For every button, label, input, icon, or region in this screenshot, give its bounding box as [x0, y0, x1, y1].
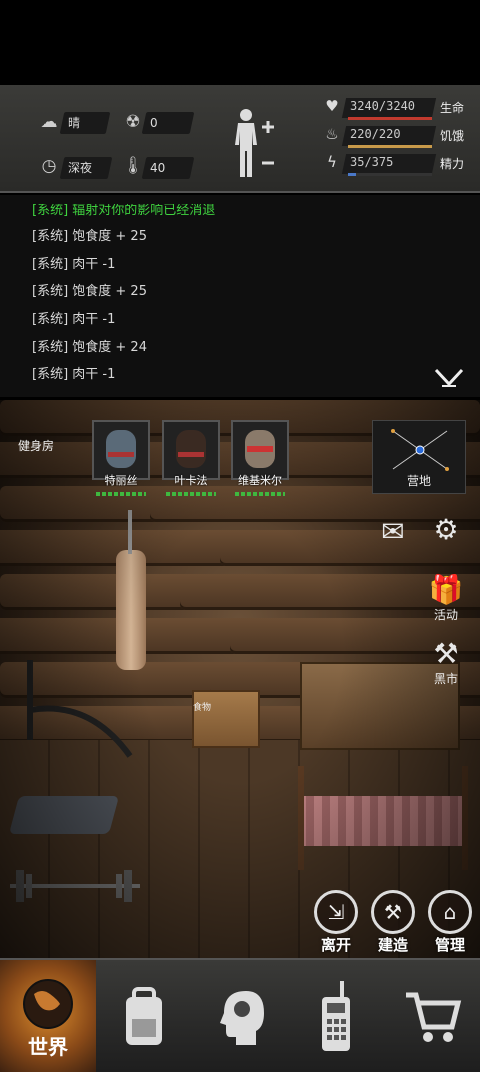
message-log[interactable]: [系统] 辐射对你的影响已经消退 [系统] 饱食度 + 25 [系统] 肉干 -…: [0, 195, 480, 397]
energy-bar: ϟ 35/375 精力: [322, 151, 472, 177]
health-fill: [348, 117, 432, 120]
camp-map-button[interactable]: 营地: [372, 420, 466, 494]
companion-health: [166, 492, 216, 496]
cloud-sun-icon: ☁: [40, 112, 58, 132]
companion-name: 叶卡法: [174, 474, 208, 487]
hunger-label: 饥饿: [440, 129, 465, 143]
gear-icon: ⚙: [433, 513, 459, 546]
hunger-value: 220/220: [350, 127, 401, 141]
camp-label: 营地: [406, 474, 431, 488]
manage-label: 管理: [434, 936, 465, 954]
log-line: [系统] 肉干 -1: [32, 312, 116, 327]
hunger-fill: [348, 145, 432, 148]
house-gear-icon: ⌂: [428, 890, 472, 934]
log-line: [系统] 肉干 -1: [32, 257, 116, 272]
energy-fill: [348, 173, 356, 176]
activity-label: 活动: [433, 608, 458, 622]
head-gear-icon: [220, 991, 264, 1045]
heart-icon: ♥: [325, 97, 339, 115]
companion-health: [235, 492, 285, 496]
energy-label: 精力: [440, 157, 465, 171]
time-value: 深夜: [68, 161, 93, 175]
leave-button[interactable]: ⇲ 离开: [313, 890, 359, 954]
time-field: 深夜: [59, 157, 113, 179]
companion-name: 特丽丝: [104, 474, 138, 487]
weather-value: 晴: [68, 116, 81, 130]
backpack-icon: [126, 987, 162, 1045]
shopping-cart-icon: [406, 992, 462, 1042]
walkie-talkie-icon: [322, 981, 350, 1051]
energy-value: 35/375: [350, 155, 394, 169]
mail-button[interactable]: ✉: [373, 516, 413, 548]
hunger-bar: ♨ 220/220 饥饿: [322, 123, 472, 149]
companion-portrait[interactable]: 维基米尔: [231, 420, 289, 500]
temperature-field: 40: [141, 157, 195, 179]
black-market-button[interactable]: ⚒ 黑市: [426, 638, 466, 687]
gift-icon: 🎁: [428, 573, 464, 606]
top-margin: [0, 0, 480, 85]
radiation-field: 0: [141, 112, 195, 134]
nav-shop[interactable]: [384, 960, 480, 1072]
status-panel: ☁ 晴 ☢ 0 ◷ 深夜 🌡 40 ♥ 3240/3240 生命 ♨ 220/2…: [0, 85, 480, 193]
temperature-value: 40: [150, 161, 166, 175]
log-line: [系统] 饱食度 + 24: [32, 340, 147, 355]
globe-icon: [23, 979, 73, 1029]
leave-label: 离开: [320, 936, 351, 954]
room-name: 健身房: [18, 439, 55, 453]
manage-button[interactable]: ⌂ 管理: [427, 890, 473, 954]
build-button[interactable]: ⚒ 建造: [370, 890, 416, 954]
build-label: 建造: [377, 936, 408, 954]
hammer-icon: ⚒: [371, 890, 415, 934]
health-label: 生命: [440, 101, 465, 115]
companion-health: [96, 492, 146, 496]
log-line: [系统] 辐射对你的影响已经消退: [32, 203, 216, 218]
nav-world-label: 世界: [28, 1035, 68, 1059]
collapse-log-chevron-icon[interactable]: [434, 366, 464, 390]
nav-world[interactable]: 世界: [0, 960, 96, 1072]
energy-icon: ϟ: [327, 153, 337, 171]
body-status-icon[interactable]: [232, 107, 282, 181]
log-line: [系统] 饱食度 + 25: [32, 284, 147, 299]
stomach-icon: ♨: [325, 125, 339, 143]
activity-button[interactable]: 🎁 活动: [426, 574, 466, 623]
radiation-value: 0: [150, 116, 158, 130]
map-network-icon: [391, 429, 449, 471]
bottom-nav: 世界: [0, 958, 480, 1072]
nav-radio[interactable]: [288, 960, 384, 1072]
clock-icon: ◷: [41, 156, 57, 176]
black-market-label: 黑市: [433, 672, 458, 686]
nav-inventory[interactable]: [96, 960, 192, 1072]
settings-button[interactable]: ⚙: [426, 514, 466, 546]
envelope-icon: ✉: [381, 515, 405, 548]
gavel-icon: ⚒: [433, 637, 459, 670]
log-line: [系统] 肉干 -1: [32, 367, 116, 382]
food-box-label: 食物: [193, 703, 212, 713]
exit-person-icon: ⇲: [314, 890, 358, 934]
nav-skills[interactable]: [192, 960, 288, 1072]
companion-name: 维基米尔: [238, 474, 282, 487]
health-bar: ♥ 3240/3240 生命: [322, 95, 472, 121]
weather-field: 晴: [59, 112, 111, 134]
companion-portrait[interactable]: 叶卡法: [162, 420, 220, 500]
companion-portrait[interactable]: 特丽丝: [92, 420, 150, 500]
log-line: [系统] 饱食度 + 25: [32, 229, 147, 244]
health-value: 3240/3240: [350, 99, 416, 113]
